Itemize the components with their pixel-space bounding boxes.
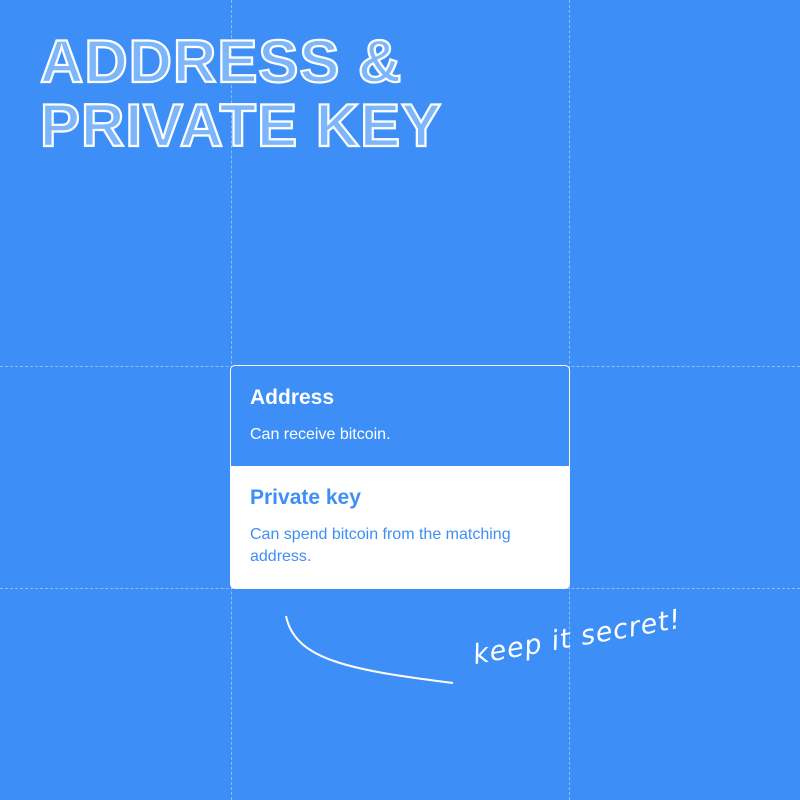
pointer-curve-icon <box>285 615 454 684</box>
